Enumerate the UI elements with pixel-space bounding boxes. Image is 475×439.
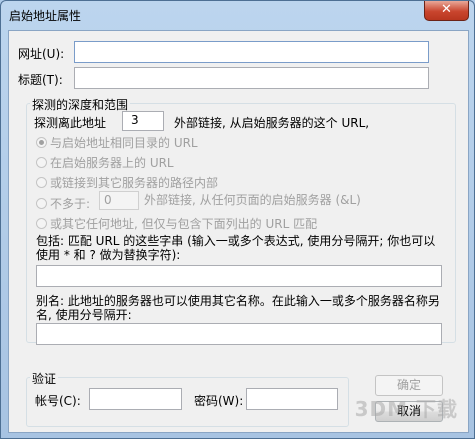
depth-suffix-label: 外部链接, 从启始服务器的这个 URL, xyxy=(174,116,370,130)
hops-input[interactable]: 0 xyxy=(99,191,139,210)
radio-same-server-label: 在启始服务器上的 URL xyxy=(50,156,174,170)
url-label: 网址(U): xyxy=(18,47,65,61)
include-description: 包括: 匹配 URL 的这些字串 (输入一或多个表达式, 使用分号隔开; 你也可… xyxy=(36,234,436,262)
alias-description: 别名: 此地址的服务器也可以使用其它名称。在此输入一或多个服务器名称另名, 使用… xyxy=(36,294,440,322)
include-input[interactable] xyxy=(36,265,442,287)
radio-same-directory[interactable] xyxy=(36,137,47,148)
password-input[interactable] xyxy=(246,388,338,410)
dialog-client: 网址(U): 标题(T): 探测的深度和范围 探测离此地址 3 外部链接, 从启… xyxy=(8,30,469,433)
radio-no-more-than-label: 不多于: xyxy=(50,197,91,211)
radio-same-directory-label: 与启始地址相同目录的 URL xyxy=(50,136,198,150)
radio-no-more-than[interactable] xyxy=(36,198,47,209)
account-label: 帐号(C): xyxy=(35,394,81,408)
close-button[interactable]: ✕ xyxy=(424,1,469,21)
radio-any-address-matching-label: 或其它任何地址, 但仅与包含下面列出的 URL 匹配 xyxy=(50,217,318,231)
auth-group-legend: 验证 xyxy=(30,370,59,387)
watermark-logo: 3DM 下载 xyxy=(354,397,458,421)
radio-other-server-path[interactable] xyxy=(36,177,47,188)
window-title: 启始地址属性 xyxy=(9,9,82,23)
title-input[interactable] xyxy=(74,67,429,89)
password-label: 密码(W): xyxy=(194,394,244,408)
alias-input[interactable] xyxy=(36,323,442,345)
radio-other-server-path-label: 或链接到其它服务器的路径内部 xyxy=(50,176,219,190)
depth-prefix-label: 探测离此地址 xyxy=(34,116,107,130)
depth-group-legend: 探测的深度和范围 xyxy=(30,96,131,113)
dialog-window: 启始地址属性 ✕ 网址(U): 标题(T): 探测的深度和范围 探测离此地址 3… xyxy=(0,0,475,439)
radio-any-address-matching[interactable] xyxy=(36,218,47,229)
account-input[interactable] xyxy=(89,388,182,410)
url-input[interactable] xyxy=(74,41,429,63)
hops-suffix-label: 外部链接, 从任何页面的启始服务器 (&L) xyxy=(144,193,361,207)
title-label: 标题(T): xyxy=(18,73,63,87)
close-icon: ✕ xyxy=(441,2,452,17)
depth-input[interactable]: 3 xyxy=(122,111,164,131)
radio-same-server[interactable] xyxy=(36,157,47,168)
